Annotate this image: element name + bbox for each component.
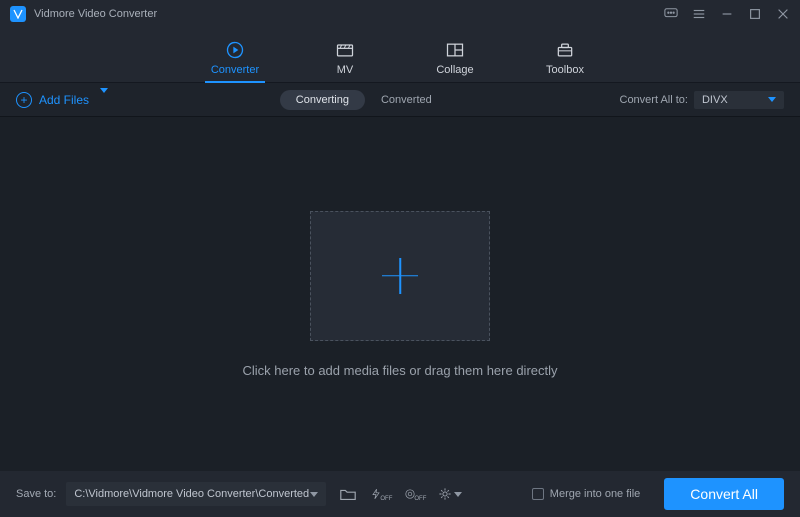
merge-label: Merge into one file [550, 488, 641, 500]
save-path-dropdown[interactable]: C:\Vidmore\Vidmore Video Converter\Conve… [66, 482, 326, 506]
bottom-bar: Save to: C:\Vidmore\Vidmore Video Conver… [0, 471, 800, 517]
off-badge: OFF [380, 496, 392, 502]
hardware-accel-button[interactable]: OFF [370, 482, 394, 506]
tab-label: Toolbox [546, 64, 584, 76]
close-icon[interactable] [776, 7, 790, 21]
tab-converter[interactable]: Converter [205, 40, 265, 82]
tab-mv[interactable]: MV [315, 40, 375, 82]
dropzone-hint: Click here to add media files or drag th… [242, 363, 557, 378]
converted-tab[interactable]: Converted [365, 90, 448, 110]
main-area: Click here to add media files or drag th… [0, 117, 800, 471]
menu-icon[interactable] [692, 7, 706, 21]
tab-toolbox[interactable]: Toolbox [535, 40, 595, 82]
chevron-down-icon [454, 492, 462, 497]
titlebar: Vidmore Video Converter [0, 0, 800, 28]
add-files-label: Add Files [39, 93, 89, 107]
convert-all-button[interactable]: Convert All [664, 478, 784, 510]
chevron-down-icon [768, 97, 776, 102]
format-value: DIVX [702, 94, 728, 106]
app-logo [10, 6, 26, 22]
converting-tab[interactable]: Converting [280, 90, 365, 110]
tab-label: Converter [211, 64, 259, 76]
chevron-down-icon [310, 492, 318, 497]
app-title: Vidmore Video Converter [34, 8, 157, 20]
status-toggle: Converting Converted [280, 90, 448, 110]
save-to-label: Save to: [16, 488, 56, 500]
merge-checkbox[interactable] [532, 488, 544, 500]
open-folder-button[interactable] [336, 482, 360, 506]
plus-circle-icon: + [16, 92, 32, 108]
merge-checkbox-group[interactable]: Merge into one file [532, 488, 641, 500]
convert-all-to: Convert All to: DIVX [620, 91, 784, 109]
sub-toolbar: + Add Files Converting Converted Convert… [0, 83, 800, 117]
convert-all-to-label: Convert All to: [620, 94, 688, 106]
minimize-icon[interactable] [720, 7, 734, 21]
feedback-icon[interactable] [664, 7, 678, 21]
plus-icon [382, 258, 418, 294]
off-badge: OFF [414, 496, 426, 502]
tab-label: Collage [436, 64, 473, 76]
maximize-icon[interactable] [748, 7, 762, 21]
dropzone[interactable] [310, 211, 490, 341]
high-speed-button[interactable]: OFF [404, 482, 428, 506]
save-path-value: C:\Vidmore\Vidmore Video Converter\Conve… [74, 488, 309, 500]
output-format-dropdown[interactable]: DIVX [694, 91, 784, 109]
tab-collage[interactable]: Collage [425, 40, 485, 82]
tab-label: MV [337, 64, 354, 76]
settings-button[interactable] [438, 482, 462, 506]
main-tabs: Converter MV Collage Toolbox [0, 28, 800, 83]
chevron-down-icon [100, 88, 108, 107]
add-files-button[interactable]: + Add Files [16, 92, 108, 108]
